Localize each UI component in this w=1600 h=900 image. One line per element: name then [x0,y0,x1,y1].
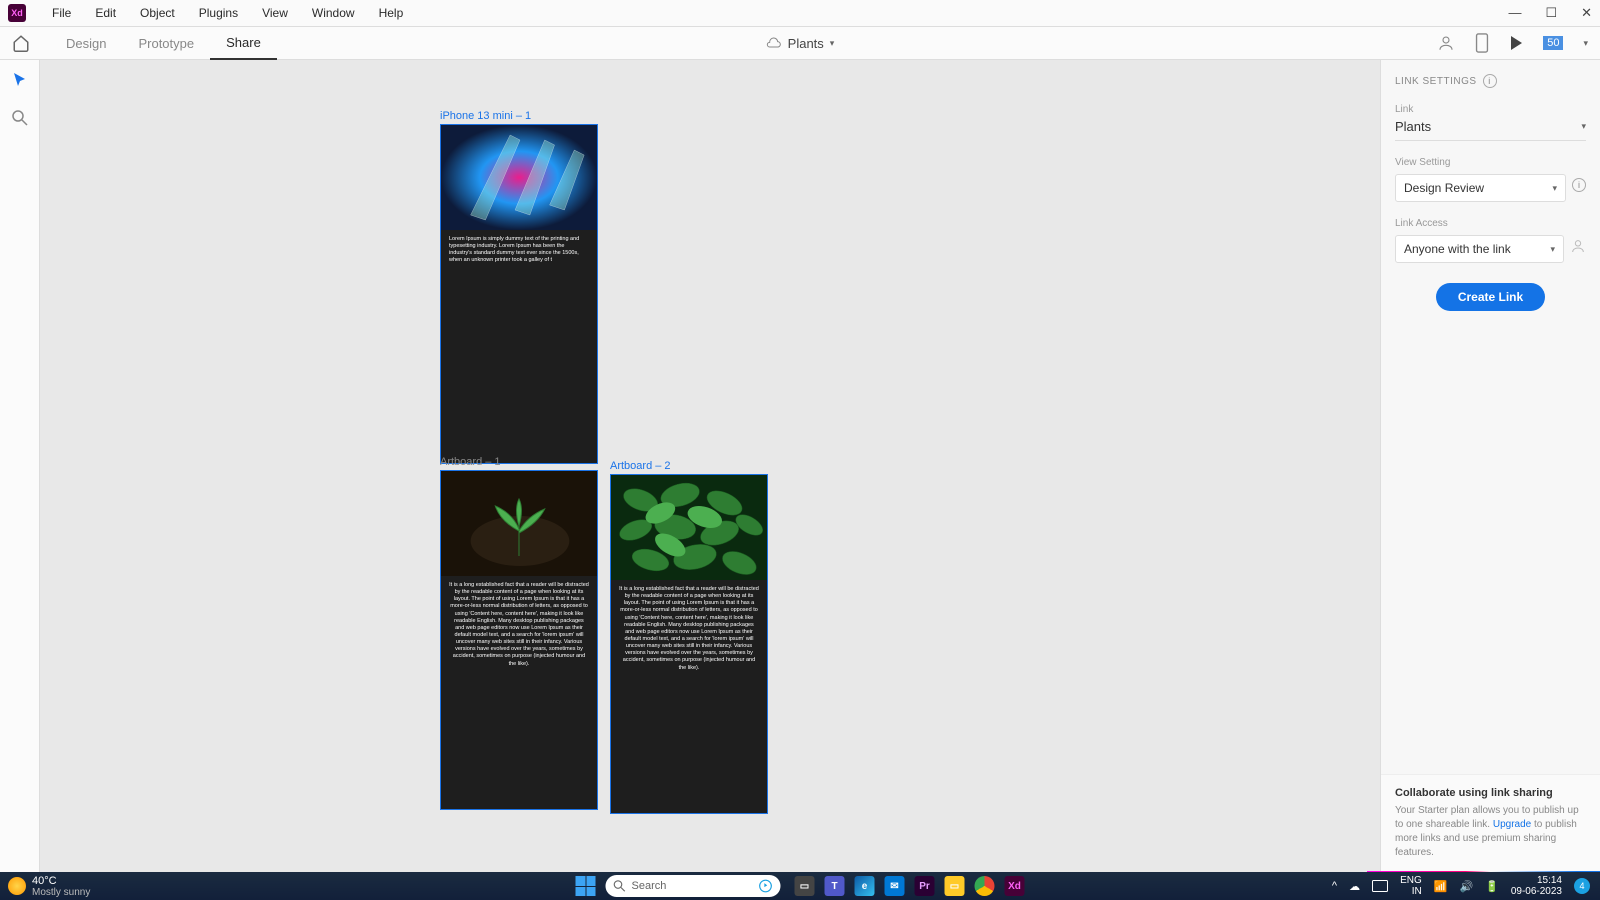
notification-icon[interactable]: 4 [1574,878,1590,894]
keyboard-icon[interactable] [1372,880,1388,892]
titlebar: Xd File Edit Object Plugins View Window … [0,0,1600,27]
artboard-text: It is a long established fact that a rea… [611,580,767,678]
explorer-icon[interactable]: ▭ [945,876,965,896]
menu-help[interactable]: Help [367,6,416,20]
maximize-button[interactable]: ☐ [1545,5,1557,21]
tab-share[interactable]: Share [210,27,277,60]
link-access-select[interactable]: Anyone with the link ▾ [1395,235,1564,263]
zoom-tool[interactable] [10,108,30,128]
search-placeholder: Search [632,880,667,892]
link-name-select[interactable]: Plants ▾ [1395,119,1586,141]
teams-icon[interactable]: T [825,876,845,896]
chevron-down-icon: ▾ [1552,183,1557,194]
premiere-icon[interactable]: Pr [915,876,935,896]
language-indicator[interactable]: ENGIN [1400,875,1422,897]
link-access-value: Anyone with the link [1404,242,1511,256]
weather-widget[interactable]: 40°C Mostly sunny [8,875,90,898]
panel-title: LINK SETTINGS i [1395,74,1586,88]
view-setting-label: View Setting [1395,157,1586,168]
info-icon[interactable]: i [1572,178,1586,192]
mail-icon[interactable]: ✉ [885,876,905,896]
user-icon[interactable] [1570,238,1586,254]
tab-design[interactable]: Design [50,27,122,60]
play-icon[interactable] [1509,35,1523,51]
start-button[interactable] [576,876,596,896]
left-toolbar [0,60,40,872]
search-input[interactable]: Search [606,875,781,897]
mode-bar: Design Prototype Share Plants ▾ 50 ▾ [0,27,1600,60]
artboard-text: Lorem Ipsum is simply dummy text of the … [441,230,597,271]
artboard-label[interactable]: Artboard – 1 [440,456,598,468]
volume-icon[interactable]: 🔊 [1459,880,1473,893]
clock[interactable]: 15:1409-06-2023 [1511,875,1562,897]
artboard-label[interactable]: Artboard – 2 [610,460,768,472]
chevron-down-icon: ▾ [1550,244,1555,255]
menu-window[interactable]: Window [300,6,367,20]
edge-icon[interactable]: e [855,876,875,896]
info-icon[interactable]: i [1483,74,1497,88]
weather-condition: Mostly sunny [32,887,90,898]
search-icon [614,880,626,892]
chevron-down-icon: ▾ [830,38,835,49]
artboard-image [441,471,597,576]
collab-title: Collaborate using link sharing [1395,787,1586,799]
onedrive-icon[interactable]: ☁ [1349,880,1360,893]
zoom-chevron-icon[interactable]: ▾ [1583,38,1588,49]
artboard-text: It is a long established fact that a rea… [441,576,597,674]
artboard-label[interactable]: iPhone 13 mini – 1 [440,110,598,122]
wifi-icon[interactable]: 📶 [1434,880,1448,893]
share-panel: LINK SETTINGS i Link Plants ▾ View Setti… [1380,60,1600,872]
menu-edit[interactable]: Edit [83,6,128,20]
task-view-icon[interactable]: ▭ [795,876,815,896]
home-icon[interactable] [12,34,30,52]
document-title[interactable]: Plants ▾ [766,36,835,51]
link-access-label: Link Access [1395,218,1586,229]
menu-plugins[interactable]: Plugins [187,6,250,20]
cloud-icon [766,37,782,49]
canvas[interactable]: iPhone 13 mini – 1 Lorem Ipsum is simply… [40,60,1380,872]
taskbar: 40°C Mostly sunny Search ▭ T e ✉ Pr ▭ Xd… [0,872,1600,900]
artboard-image [441,125,597,230]
sun-icon [8,877,26,895]
collab-note: Collaborate using link sharing Your Star… [1381,774,1600,872]
chrome-icon[interactable] [975,876,995,896]
upgrade-link[interactable]: Upgrade [1493,819,1531,830]
xd-icon[interactable]: Xd [1005,876,1025,896]
zoom-value[interactable]: 50 [1543,36,1563,50]
collab-text: Your Starter plan allows you to publish … [1395,804,1586,860]
artboard-iphone[interactable]: Lorem Ipsum is simply dummy text of the … [440,124,598,464]
tray-chevron-icon[interactable]: ^ [1332,880,1337,892]
document-name: Plants [788,36,824,51]
tab-prototype[interactable]: Prototype [122,27,210,60]
mobile-preview-icon[interactable] [1475,33,1489,53]
artboard-image [611,475,767,580]
create-link-button[interactable]: Create Link [1436,283,1545,311]
link-field-label: Link [1395,104,1586,115]
profile-icon[interactable] [1437,34,1455,52]
minimize-button[interactable]: — [1508,5,1521,21]
artboard-1[interactable]: It is a long established fact that a rea… [440,470,598,810]
temperature: 40°C [32,875,90,887]
chevron-down-icon: ▾ [1581,121,1586,132]
select-tool[interactable] [10,70,30,90]
artboard-2[interactable]: It is a long established fact that a rea… [610,474,768,814]
battery-icon[interactable]: 🔋 [1485,880,1499,893]
menu-view[interactable]: View [250,6,300,20]
menu-file[interactable]: File [40,6,83,20]
view-setting-select[interactable]: Design Review ▾ [1395,174,1566,202]
bing-icon [759,879,773,893]
menu-object[interactable]: Object [128,6,187,20]
close-button[interactable]: ✕ [1581,5,1592,21]
view-setting-value: Design Review [1404,181,1484,195]
link-name-value: Plants [1395,119,1431,134]
app-icon: Xd [8,4,26,22]
